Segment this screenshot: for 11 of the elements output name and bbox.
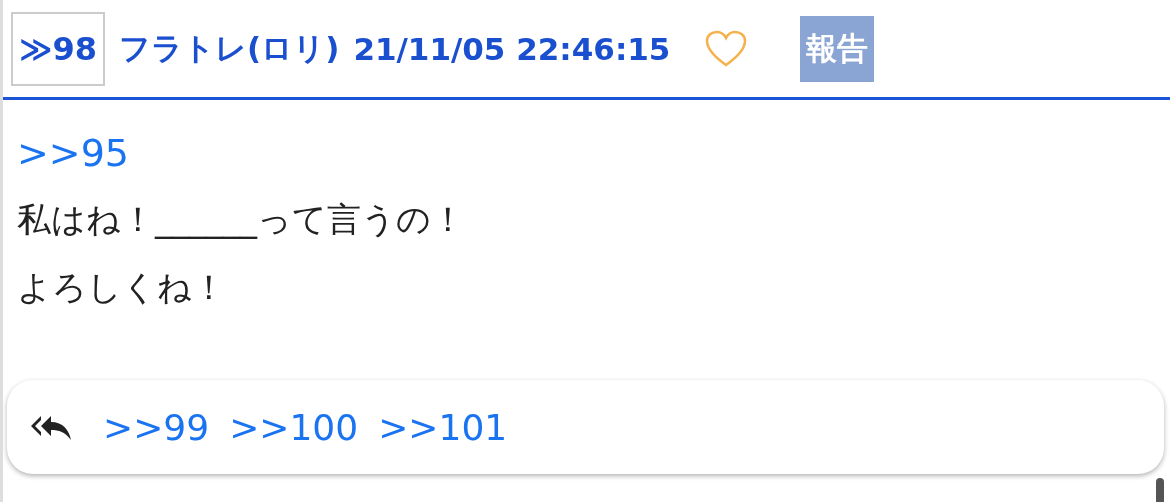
author-name: フラトレ(ロリ): [119, 28, 340, 68]
reply-link[interactable]: >>101: [378, 406, 508, 448]
reply-anchor-link[interactable]: >>95: [17, 130, 130, 176]
post-number-link[interactable]: ≫98: [11, 11, 106, 86]
post-timestamp: 21/11/05 22:46:15: [353, 30, 671, 67]
reply-link[interactable]: >>100: [229, 406, 359, 448]
post-text-line: 私はね！______って言うの！: [17, 198, 466, 241]
post-text-line: よろしくね！: [17, 266, 227, 309]
reply-link[interactable]: >>99: [103, 406, 210, 448]
report-button[interactable]: 報告: [800, 15, 875, 82]
scrollbar-thumb[interactable]: [1156, 478, 1164, 502]
